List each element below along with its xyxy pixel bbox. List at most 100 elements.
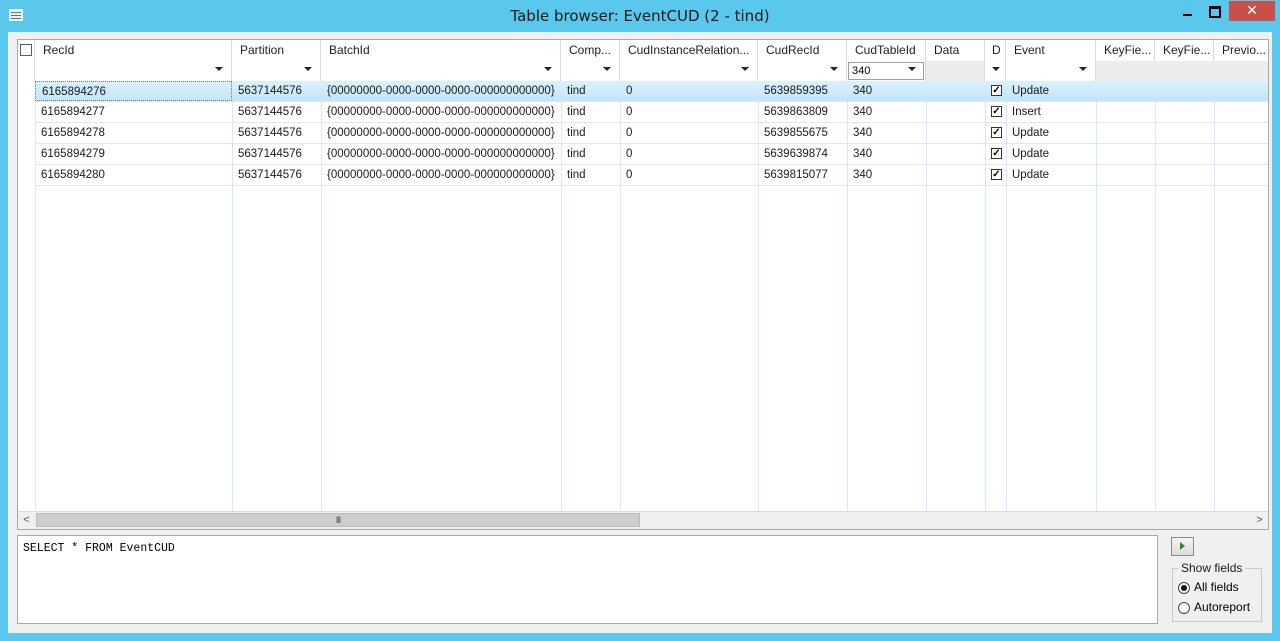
dropdown-arrow-icon[interactable] <box>544 67 552 71</box>
cell-cud-instance[interactable]: 0 <box>620 102 758 122</box>
radio-autoreport[interactable]: Autoreport <box>1178 599 1250 615</box>
dropdown-arrow-icon[interactable] <box>830 67 838 71</box>
column-header-d[interactable]: D <box>985 40 1006 61</box>
scroll-left-arrow-icon[interactable]: < <box>18 512 35 529</box>
cell-batchid[interactable]: {00000000-0000-0000-0000-000000000000} <box>321 102 561 122</box>
cell-partition[interactable]: 5637144576 <box>232 144 321 164</box>
cell-batchid[interactable]: {00000000-0000-0000-0000-000000000000} <box>321 165 561 185</box>
run-query-button[interactable] <box>1171 537 1194 556</box>
cell-company[interactable]: tind <box>561 102 620 122</box>
filter-data <box>926 61 985 81</box>
cell-event[interactable]: Insert <box>1006 102 1096 122</box>
dropdown-arrow-icon[interactable] <box>603 67 611 71</box>
d-checkbox[interactable]: ✓ <box>991 85 1002 96</box>
cell-partition[interactable]: 5637144576 <box>232 165 321 185</box>
cell-cud-recid[interactable]: 5639639874 <box>758 144 847 164</box>
cell-cud-recid[interactable]: 5639815077 <box>758 165 847 185</box>
cell-event[interactable]: Update <box>1006 81 1096 101</box>
cell-partition[interactable]: 5637144576 <box>232 123 321 143</box>
cell-batchid[interactable]: {00000000-0000-0000-0000-000000000000} <box>321 81 561 101</box>
dropdown-arrow-icon[interactable] <box>215 67 223 71</box>
cell-cud-tableid[interactable]: 340 <box>847 102 926 122</box>
cell-recid[interactable]: 6165894277 <box>35 102 232 122</box>
filter-partition[interactable] <box>232 61 321 81</box>
cell-event[interactable]: Update <box>1006 123 1096 143</box>
cell-cud-recid[interactable]: 5639859395 <box>758 81 847 101</box>
maximize-button[interactable] <box>1201 1 1228 21</box>
dropdown-arrow-icon[interactable] <box>992 67 1000 71</box>
scroll-right-arrow-icon[interactable]: > <box>1251 512 1268 529</box>
d-checkbox[interactable]: ✓ <box>991 169 1002 180</box>
cell-cud-tableid[interactable]: 340 <box>847 144 926 164</box>
table-row[interactable]: 6165894276 5637144576 {00000000-0000-000… <box>35 81 1268 102</box>
cell-company[interactable]: tind <box>561 81 620 101</box>
cell-cud-tableid[interactable]: 340 <box>847 123 926 143</box>
filter-event[interactable] <box>1006 61 1096 81</box>
column-header-data[interactable]: Data <box>926 40 985 61</box>
cell-cud-instance[interactable]: 0 <box>620 144 758 164</box>
filter-batchid[interactable] <box>321 61 561 81</box>
cud-tableid-filter-input[interactable]: 340 <box>848 62 924 80</box>
cell-cud-instance[interactable]: 0 <box>620 165 758 185</box>
horizontal-scrollbar[interactable]: < III > <box>18 511 1268 529</box>
table-row[interactable]: 6165894278 5637144576 {00000000-0000-000… <box>35 123 1268 144</box>
minimize-button[interactable] <box>1174 1 1201 21</box>
records-grid[interactable]: RecId Partition BatchId Comp... CudInsta… <box>17 39 1269 530</box>
cell-partition[interactable]: 5637144576 <box>232 102 321 122</box>
cell-company[interactable]: tind <box>561 144 620 164</box>
cell-cud-instance[interactable]: 0 <box>620 81 758 101</box>
column-header-cud-recid[interactable]: CudRecId <box>758 40 847 61</box>
cell-cud-recid[interactable]: 5639863809 <box>758 102 847 122</box>
cell-batchid[interactable]: {00000000-0000-0000-0000-000000000000} <box>321 144 561 164</box>
close-button[interactable]: ✕ <box>1229 1 1275 21</box>
dropdown-arrow-icon[interactable] <box>304 67 312 71</box>
cell-cud-recid[interactable]: 5639855675 <box>758 123 847 143</box>
column-header-cud-tableid[interactable]: CudTableId <box>847 40 926 61</box>
cell-company[interactable]: tind <box>561 123 620 143</box>
cell-company[interactable]: tind <box>561 165 620 185</box>
cell-cud-tableid[interactable]: 340 <box>847 81 926 101</box>
dropdown-arrow-icon[interactable] <box>741 67 749 71</box>
cell-batchid[interactable]: {00000000-0000-0000-0000-000000000000} <box>321 123 561 143</box>
cell-recid[interactable]: 6165894279 <box>35 144 232 164</box>
column-header-event[interactable]: Event <box>1006 40 1096 61</box>
select-all-checkbox[interactable] <box>20 44 32 56</box>
radio-button[interactable] <box>1178 601 1190 614</box>
table-row[interactable]: 6165894277 5637144576 {00000000-0000-000… <box>35 102 1268 123</box>
filter-recid[interactable] <box>35 61 232 81</box>
table-row[interactable]: 6165894280 5637144576 {00000000-0000-000… <box>35 165 1268 186</box>
radio-button-selected[interactable] <box>1178 581 1190 594</box>
cell-recid[interactable]: 6165894278 <box>35 123 232 143</box>
minimize-icon <box>1183 13 1192 16</box>
cell-recid[interactable]: 6165894280 <box>35 165 232 185</box>
column-header-batchid[interactable]: BatchId <box>321 40 561 61</box>
filter-company[interactable] <box>561 61 620 81</box>
dropdown-arrow-icon[interactable] <box>908 67 916 71</box>
column-header-cud-instance-relation[interactable]: CudInstanceRelation... <box>620 40 758 61</box>
table-row[interactable]: 6165894279 5637144576 {00000000-0000-000… <box>35 144 1268 165</box>
maximize-icon <box>1208 5 1221 18</box>
filter-cud-instance-relation[interactable] <box>620 61 758 81</box>
filter-cud-recid[interactable] <box>758 61 847 81</box>
filter-cud-tableid[interactable]: 340 <box>847 61 926 81</box>
cell-cud-instance[interactable]: 0 <box>620 123 758 143</box>
cell-recid[interactable]: 6165894276 <box>35 81 232 101</box>
column-header-company[interactable]: Comp... <box>561 40 620 61</box>
radio-all-fields[interactable]: All fields <box>1178 579 1239 595</box>
scroll-thumb[interactable]: III <box>36 513 640 527</box>
cell-partition[interactable]: 5637144576 <box>232 81 321 101</box>
d-checkbox[interactable]: ✓ <box>991 106 1002 117</box>
column-header-keyfield-2[interactable]: KeyFie... <box>1155 40 1214 61</box>
column-header-keyfield-1[interactable]: KeyFie... <box>1096 40 1155 61</box>
d-checkbox[interactable]: ✓ <box>991 148 1002 159</box>
filter-d[interactable] <box>985 61 1006 81</box>
column-header-recid[interactable]: RecId <box>35 40 232 61</box>
column-header-partition[interactable]: Partition <box>232 40 321 61</box>
cell-event[interactable]: Update <box>1006 144 1096 164</box>
cell-cud-tableid[interactable]: 340 <box>847 165 926 185</box>
column-header-previous[interactable]: Previo... <box>1214 40 1268 61</box>
dropdown-arrow-icon[interactable] <box>1079 67 1087 71</box>
cell-event[interactable]: Update <box>1006 165 1096 185</box>
query-editor[interactable]: SELECT * FROM EventCUD <box>17 535 1158 624</box>
d-checkbox[interactable]: ✓ <box>991 127 1002 138</box>
